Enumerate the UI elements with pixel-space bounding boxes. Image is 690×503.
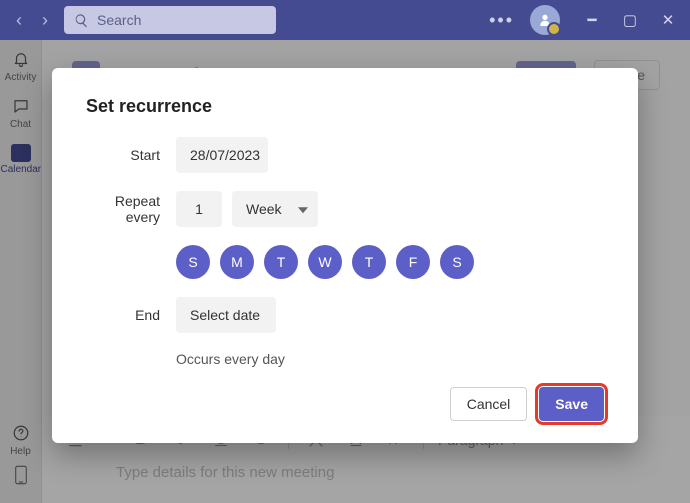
repeat-label: Repeat every (86, 193, 176, 225)
recurrence-summary: Occurs every day (86, 351, 604, 367)
modal-actions: Cancel Save (86, 387, 604, 421)
end-row: End Select date (86, 297, 604, 333)
search-icon (74, 13, 89, 28)
day-wednesday[interactable]: W (308, 245, 342, 279)
day-tuesday[interactable]: T (264, 245, 298, 279)
modal-overlay: Set recurrence Start 28/07/2023 Repeat e… (0, 40, 690, 503)
day-sunday[interactable]: S (176, 245, 210, 279)
end-date-field[interactable]: Select date (176, 297, 276, 333)
repeat-count-field[interactable]: 1 (176, 191, 222, 227)
nav-arrows: ‹ › (6, 10, 58, 31)
weekday-row: S M T W T F S (86, 245, 604, 279)
start-date-value: 28/07/2023 (190, 147, 260, 163)
day-thursday[interactable]: T (352, 245, 386, 279)
repeat-row: Repeat every 1 Week (86, 191, 604, 227)
day-monday[interactable]: M (220, 245, 254, 279)
back-button[interactable]: ‹ (8, 10, 30, 31)
search-placeholder: Search (97, 12, 141, 28)
save-button[interactable]: Save (539, 387, 604, 421)
repeat-unit-value: Week (246, 201, 282, 217)
minimize-button[interactable]: ━ (576, 4, 608, 36)
recurrence-modal: Set recurrence Start 28/07/2023 Repeat e… (52, 68, 638, 443)
more-menu[interactable]: ••• (479, 10, 524, 31)
repeat-unit-select[interactable]: Week (232, 191, 318, 227)
day-friday[interactable]: F (396, 245, 430, 279)
window-controls: ━ ▢ ✕ (566, 4, 684, 36)
end-date-value: Select date (190, 307, 260, 323)
close-window-button[interactable]: ✕ (652, 4, 684, 36)
person-icon (537, 12, 553, 28)
forward-button[interactable]: › (34, 10, 56, 31)
end-label: End (86, 307, 176, 323)
day-saturday[interactable]: S (440, 245, 474, 279)
avatar[interactable] (530, 5, 560, 35)
modal-title: Set recurrence (86, 96, 604, 117)
cancel-button[interactable]: Cancel (450, 387, 528, 421)
start-label: Start (86, 147, 176, 163)
start-row: Start 28/07/2023 (86, 137, 604, 173)
start-date-field[interactable]: 28/07/2023 (176, 137, 268, 173)
maximize-button[interactable]: ▢ (614, 4, 646, 36)
search-input[interactable]: Search (64, 6, 276, 34)
repeat-count-value: 1 (195, 201, 203, 217)
title-bar: ‹ › Search ••• ━ ▢ ✕ (0, 0, 690, 40)
